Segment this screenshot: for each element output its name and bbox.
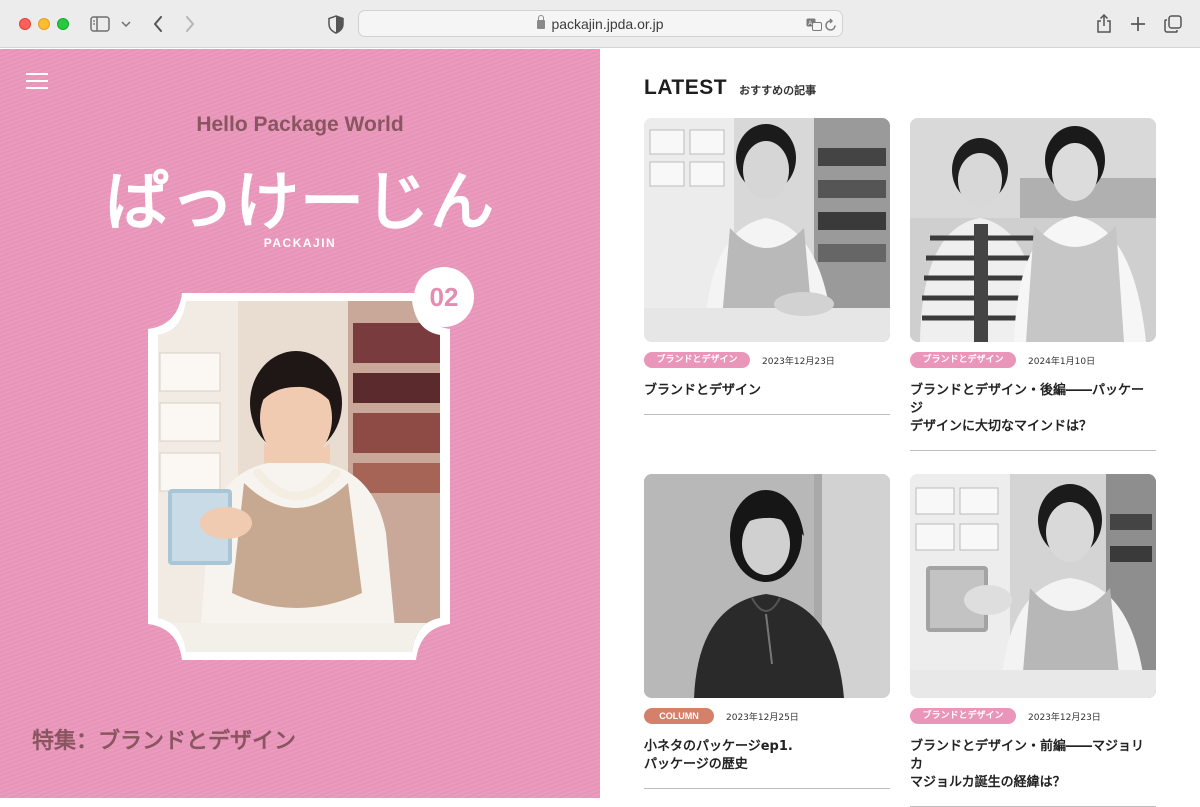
- article-title-line: マジョルカ誕生の経緯は？: [910, 775, 1066, 790]
- article-date: 2023年12月23日: [762, 356, 835, 367]
- article-title[interactable]: ブランドとデザイン: [644, 382, 890, 400]
- article-card[interactable]: ブランドとデザイン 2023年12月23日 ブランドとデザイン・前編――マジョリ…: [910, 474, 1156, 807]
- divider: [644, 414, 890, 415]
- translate-icon[interactable]: A: [806, 17, 822, 31]
- latest-subheading: おすすめの記事: [739, 84, 817, 97]
- article-title-line: ブランドとデザイン: [644, 383, 762, 398]
- cover-photo[interactable]: [148, 293, 450, 660]
- article-meta: ブランドとデザイン 2023年12月23日: [644, 352, 890, 368]
- chevron-down-icon[interactable]: [119, 14, 133, 34]
- article-card[interactable]: ブランドとデザイン 2024年1月10日 ブランドとデザイン・後編――パッケージ…: [910, 118, 1156, 451]
- minimize-window-button[interactable]: [38, 18, 50, 30]
- svg-text:A: A: [808, 21, 812, 27]
- category-tag[interactable]: ブランドとデザイン: [644, 352, 750, 368]
- back-arrow-icon[interactable]: [148, 12, 168, 36]
- site-logo-subtitle: PACKAJIN: [263, 236, 337, 250]
- article-title[interactable]: ブランドとデザイン・後編――パッケージ デザインに大切なマインドは？: [910, 382, 1156, 436]
- article-title[interactable]: ブランドとデザイン・前編――マジョリカ マジョルカ誕生の経緯は？: [910, 738, 1156, 792]
- url-text: packajin.jpda.or.jp: [551, 16, 664, 32]
- article-title-line: ブランドとデザイン・前編――マジョリカ: [910, 739, 1145, 772]
- divider: [644, 788, 890, 789]
- feature-title[interactable]: 特集：ブランドとデザイン: [32, 723, 296, 755]
- article-meta: COLUMN 2023年12月25日: [644, 708, 890, 724]
- article-thumbnail[interactable]: [644, 118, 890, 342]
- sidebar-toggle-icon[interactable]: [90, 14, 110, 34]
- article-title-line: ブランドとデザイン・後編――パッケージ: [910, 383, 1145, 416]
- forward-arrow-icon[interactable]: [180, 12, 200, 36]
- tab-overview-icon[interactable]: [1163, 14, 1183, 34]
- hero-panel: Hello Package World ぱっけーじん PACKAJIN 02 特…: [0, 49, 600, 798]
- hamburger-menu-icon[interactable]: [26, 73, 48, 91]
- article-title-line: デザインに大切なマインドは？: [910, 419, 1093, 434]
- article-title[interactable]: 小ネタのパッケージep1. パッケージの歴史: [644, 738, 890, 774]
- latest-heading: LATEST: [644, 76, 728, 99]
- latest-header: LATEST おすすめの記事: [644, 76, 816, 100]
- privacy-shield-icon[interactable]: [327, 13, 345, 35]
- reload-icon[interactable]: [825, 17, 837, 31]
- address-bar[interactable]: packajin.jpda.or.jp A: [358, 10, 843, 37]
- article-title-line: パッケージの歴史: [644, 757, 748, 772]
- lock-icon: [537, 15, 546, 29]
- category-tag[interactable]: ブランドとデザイン: [910, 708, 1016, 724]
- new-tab-plus-icon[interactable]: [1128, 13, 1148, 35]
- article-date: 2023年12月25日: [726, 712, 799, 723]
- divider: [910, 450, 1156, 451]
- article-thumbnail[interactable]: [644, 474, 890, 698]
- share-icon[interactable]: [1094, 12, 1114, 36]
- close-window-button[interactable]: [19, 18, 31, 30]
- article-date: 2023年12月23日: [1028, 712, 1101, 723]
- category-tag[interactable]: ブランドとデザイン: [910, 352, 1016, 368]
- article-date: 2024年1月10日: [1028, 356, 1096, 367]
- site-logo-title[interactable]: ぱっけーじん: [0, 151, 600, 243]
- article-meta: ブランドとデザイン 2024年1月10日: [910, 352, 1156, 368]
- article-meta: ブランドとデザイン 2023年12月23日: [910, 708, 1156, 724]
- category-tag[interactable]: COLUMN: [644, 708, 714, 724]
- article-thumbnail[interactable]: [910, 474, 1156, 698]
- latest-articles-panel: LATEST おすすめの記事 ブランドとデザイン 2023年12月23日 ブラン…: [600, 49, 1200, 807]
- url-display: packajin.jpda.or.jp: [359, 15, 842, 32]
- browser-toolbar: packajin.jpda.or.jp A: [0, 0, 1200, 48]
- article-thumbnail[interactable]: [910, 118, 1156, 342]
- article-title-line: 小ネタのパッケージep1.: [644, 739, 793, 754]
- article-card[interactable]: COLUMN 2023年12月25日 小ネタのパッケージep1. パッケージの歴…: [644, 474, 890, 789]
- fullscreen-window-button[interactable]: [57, 18, 69, 30]
- issue-number-badge: 02: [414, 267, 474, 327]
- hero-tagline: Hello Package World: [196, 113, 404, 136]
- article-card[interactable]: ブランドとデザイン 2023年12月23日 ブランドとデザイン: [644, 118, 890, 415]
